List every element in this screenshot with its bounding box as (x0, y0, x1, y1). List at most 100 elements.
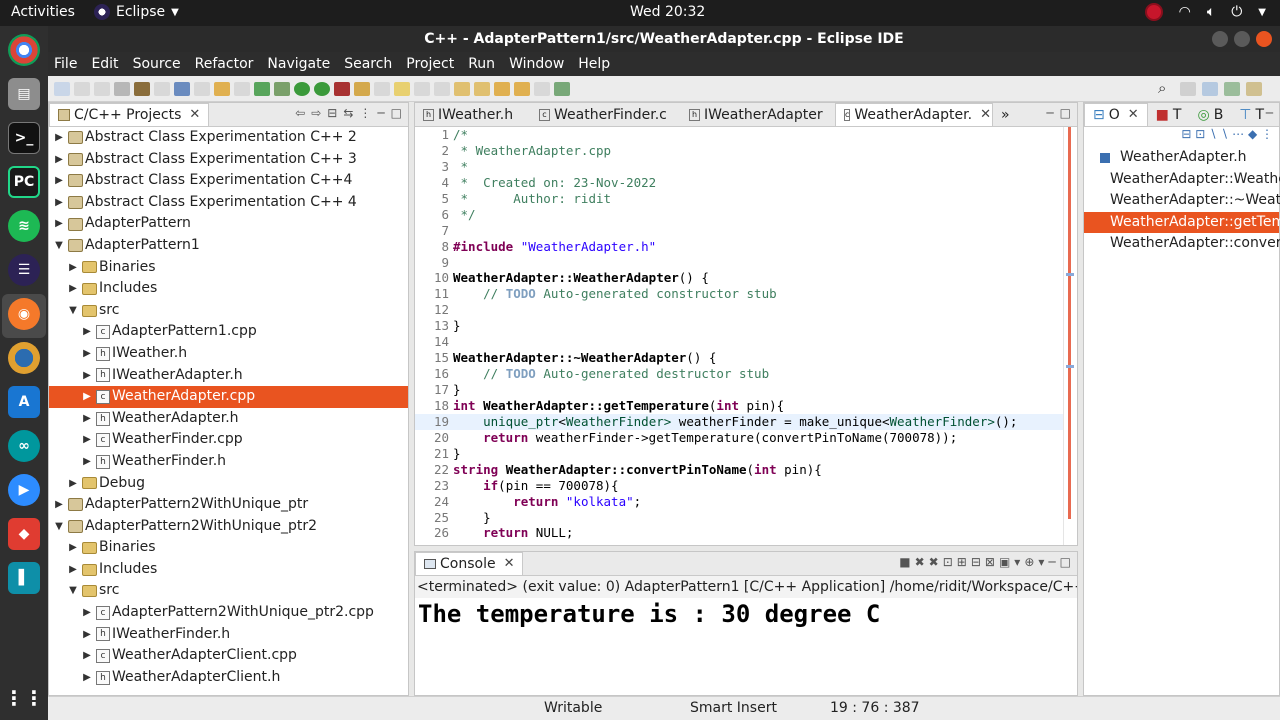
chevron-right-icon[interactable]: ▶ (53, 494, 65, 516)
activities-button[interactable]: Activities (11, 4, 75, 20)
chevron-right-icon[interactable]: ▶ (81, 624, 93, 646)
code-line[interactable]: 19 unique_ptr<WeatherFinder> weatherFind… (415, 413, 1063, 430)
code-line[interactable]: 16 // TODO Auto-generated destructor stu… (415, 366, 1063, 382)
menu-project[interactable]: Project (406, 56, 454, 72)
link-editor-icon[interactable]: ⇆ (343, 106, 353, 120)
new-source-icon[interactable] (234, 81, 250, 96)
outline-item[interactable]: WeatherAdapter::Weathe (1084, 169, 1280, 191)
menu-refactor[interactable]: Refactor (195, 56, 254, 72)
settings-icon[interactable] (114, 81, 130, 96)
menu-edit[interactable]: Edit (91, 56, 118, 72)
terminate-icon[interactable]: ■ (899, 555, 910, 569)
minimize-view-icon[interactable]: ─ (1048, 555, 1055, 569)
chrome-icon[interactable] (8, 34, 40, 66)
minimize-button[interactable] (1212, 31, 1228, 47)
open-task-icon[interactable] (554, 81, 570, 96)
code-line[interactable]: 20 return weatherFinder->getTemperature(… (415, 430, 1063, 446)
debug-config-icon[interactable] (174, 81, 190, 96)
pin-console-icon[interactable]: ⊠ (985, 555, 995, 569)
code-line[interactable]: 26 return NULL; (415, 525, 1063, 541)
menu-file[interactable]: File (54, 56, 77, 72)
sort-icon[interactable]: ⊟ (1181, 127, 1191, 141)
chevron-right-icon[interactable]: ▶ (81, 343, 93, 365)
tree-item[interactable]: ▼ AdapterPattern2WithUnique_ptr2 (49, 516, 408, 538)
chevron-down-icon[interactable]: ▾ (1038, 555, 1044, 569)
tab-iweatheradapter[interactable]: h IWeatherAdapter (681, 103, 835, 126)
tree-item[interactable]: ▶ c WeatherAdapter.cpp (49, 386, 408, 408)
system-tray[interactable]: ◠ 🔈︎ ⏻ ▼ (1144, 3, 1266, 21)
display-console-icon[interactable]: ▣ (999, 555, 1010, 569)
tree-item[interactable]: ▼ AdapterPattern1 (49, 235, 408, 257)
maximize-view-icon[interactable]: □ (1060, 106, 1071, 120)
new-header-icon[interactable] (254, 81, 270, 96)
arduino-icon[interactable]: ∞ (8, 430, 40, 462)
pycharm-icon[interactable]: PC (8, 166, 40, 198)
tab-iweather-h[interactable]: h IWeather.h (415, 103, 531, 126)
build-icon[interactable] (134, 81, 150, 96)
chevron-down-icon[interactable]: ▾ (1014, 555, 1020, 569)
code-line[interactable]: 21} (415, 446, 1063, 462)
clock[interactable]: Wed 20:32 (630, 4, 705, 20)
code-line[interactable]: 10 WeatherAdapter::WeatherAdapter() { (415, 270, 1063, 286)
code-line[interactable]: 17} (415, 382, 1063, 398)
chevron-right-icon[interactable]: ▶ (81, 429, 93, 451)
tab-weatherfinder-c[interactable]: c WeatherFinder.c (531, 103, 681, 126)
app-menu[interactable]: Eclipse ▼ (94, 4, 179, 20)
outline-item[interactable]: WeatherAdapter::convert (1084, 233, 1280, 255)
sphere-app-icon[interactable] (8, 342, 40, 374)
eclipse-dock-icon[interactable]: ☰ (8, 254, 40, 286)
chevron-right-icon[interactable]: ▶ (67, 559, 79, 581)
tree-item[interactable]: ▶ Abstract Class Experimentation C++ 2 (49, 127, 408, 149)
tree-item[interactable]: ▶ Includes (49, 559, 408, 581)
close-button[interactable] (1256, 31, 1272, 47)
clean-icon[interactable] (154, 81, 170, 96)
c-perspective-icon[interactable] (1202, 82, 1218, 96)
outline-item[interactable]: WeatherAdapter::~Weath (1084, 190, 1280, 212)
prev-annotation-icon[interactable] (474, 81, 490, 96)
word-wrap-icon[interactable]: ⊟ (971, 555, 981, 569)
pin-editor-icon[interactable] (534, 81, 550, 96)
menu-source[interactable]: Source (133, 56, 181, 72)
minimize-view-icon[interactable]: ─ (1046, 106, 1053, 120)
tree-item[interactable]: ▶ AdapterPattern2WithUnique_ptr (49, 494, 408, 516)
menu-search[interactable]: Search (344, 56, 392, 72)
show-apps-icon[interactable]: ⋮⋮ (4, 682, 44, 714)
view-menu-icon[interactable]: ⋮ (1261, 127, 1273, 141)
tree-item[interactable]: ▶ c AdapterPattern1.cpp (49, 321, 408, 343)
chevron-right-icon[interactable]: ▶ (81, 321, 93, 343)
maximize-view-icon[interactable]: □ (1060, 555, 1071, 569)
minimize-view-icon[interactable]: ─ (377, 106, 384, 120)
chevron-right-icon[interactable]: ▶ (67, 537, 79, 559)
back-nav-icon[interactable]: ⇦ (295, 106, 305, 120)
code-line[interactable]: 4 * Created on: 23-Nov-2022 (415, 175, 1063, 191)
debug-icon[interactable] (274, 81, 290, 96)
chevron-right-icon[interactable]: ▶ (67, 473, 79, 495)
next-annotation-icon[interactable] (454, 81, 470, 96)
code-line[interactable]: 25 } (415, 510, 1063, 526)
tab-console[interactable]: Console ✕ (415, 552, 524, 575)
forward-icon[interactable] (514, 81, 530, 96)
view-menu-icon[interactable]: ⋮ (359, 106, 371, 120)
hide-static-icon[interactable]: ∖ (1209, 127, 1217, 141)
close-icon[interactable]: ✕ (189, 104, 200, 126)
maximize-button[interactable] (1234, 31, 1250, 47)
code-line[interactable]: 13} (415, 318, 1063, 334)
chevron-right-icon[interactable]: ▶ (81, 667, 93, 689)
code-line[interactable]: 15 WeatherAdapter::~WeatherAdapter() { (415, 350, 1063, 366)
tab-tasks[interactable]: ■ T (1148, 103, 1190, 126)
show-whitespace-icon[interactable] (434, 81, 450, 96)
toggle-block-icon[interactable] (414, 81, 430, 96)
save-icon[interactable] (74, 81, 90, 96)
chevron-down-icon[interactable]: ▼ (67, 300, 79, 322)
tree-item[interactable]: ▶ c WeatherAdapterClient.cpp (49, 645, 408, 667)
filter-icon[interactable]: ⋯ (1232, 127, 1244, 141)
code-line[interactable]: 5 * Author: ridit (415, 191, 1063, 207)
code-line[interactable]: 22 string WeatherAdapter::convertPinToNam… (415, 462, 1063, 478)
tree-item[interactable]: ▶ Debug (49, 473, 408, 495)
code-line[interactable]: 2 * WeatherAdapter.cpp (415, 143, 1063, 159)
maximize-view-icon[interactable]: □ (391, 106, 402, 120)
tree-item[interactable]: ▶ h IWeatherAdapter.h (49, 365, 408, 387)
chevron-right-icon[interactable]: ▶ (53, 149, 65, 171)
tree-item[interactable]: ▶ h IWeather.h (49, 343, 408, 365)
close-icon[interactable]: ✕ (1128, 104, 1139, 126)
